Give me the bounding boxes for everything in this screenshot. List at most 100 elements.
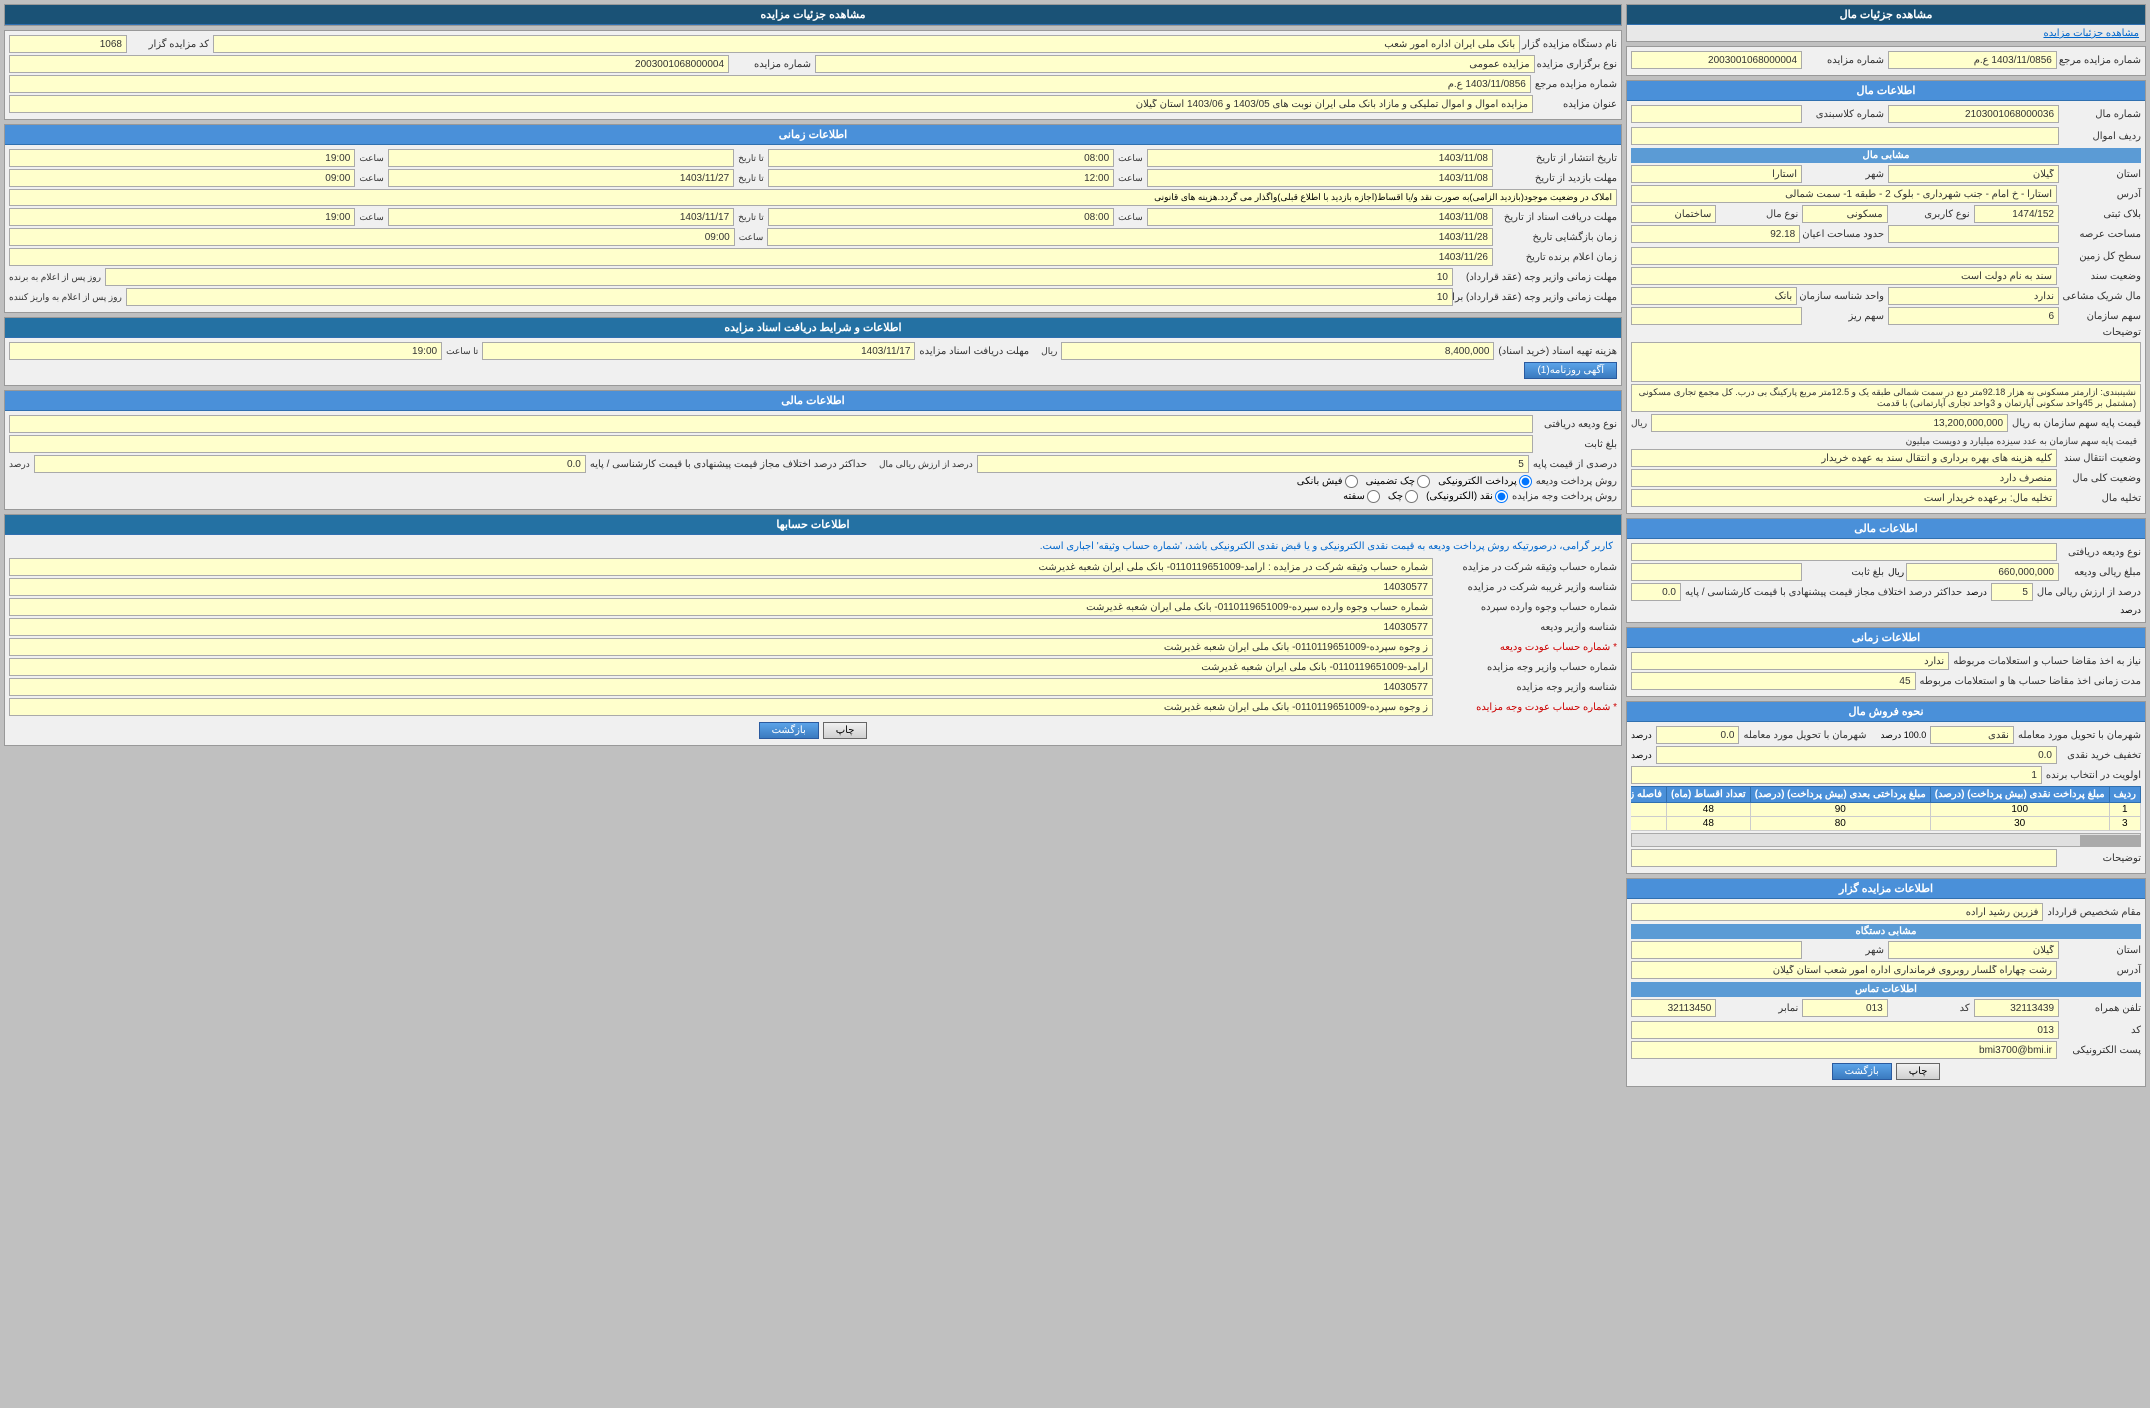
max-diff-input[interactable] bbox=[1631, 583, 1681, 601]
newspaper-btn[interactable]: آگهی روزنامه(1) bbox=[1524, 362, 1617, 379]
state-input[interactable] bbox=[1888, 165, 2059, 183]
remainder-input[interactable] bbox=[1631, 469, 2057, 487]
payment-check[interactable]: چک تضمینی bbox=[1366, 475, 1431, 488]
return-acc-id-input[interactable] bbox=[9, 678, 1433, 696]
code2-input[interactable] bbox=[1631, 1021, 2059, 1039]
company-acc-input[interactable] bbox=[9, 558, 1433, 576]
build-area-input[interactable] bbox=[1631, 225, 1800, 243]
desc-input[interactable] bbox=[1631, 849, 2057, 867]
address-input[interactable] bbox=[1631, 185, 2057, 203]
email-label: پست الکترونیکی bbox=[2061, 1045, 2141, 1056]
r-auction-type-input[interactable] bbox=[815, 55, 1535, 73]
left-back-btn[interactable]: بازگشت bbox=[1832, 1063, 1892, 1080]
deposit-type-input[interactable] bbox=[1631, 543, 2057, 561]
loser-notify-input[interactable] bbox=[126, 288, 1453, 306]
announce-date-input[interactable] bbox=[9, 248, 1493, 266]
winner-notify-input[interactable] bbox=[105, 268, 1453, 286]
doc-date-input[interactable] bbox=[482, 342, 915, 360]
cash-percent-input[interactable] bbox=[1930, 726, 2014, 744]
expert-price-input[interactable] bbox=[1061, 342, 1494, 360]
payment-receipt[interactable]: فیش بانکی bbox=[1297, 475, 1358, 488]
winner-check[interactable]: چک bbox=[1388, 490, 1418, 503]
breadcrumb-link[interactable]: مشاهده جزئیات مزایده bbox=[2043, 28, 2139, 39]
r-fixed-input[interactable] bbox=[9, 435, 1533, 453]
receive-time-to[interactable] bbox=[9, 208, 355, 226]
visit-date-from[interactable] bbox=[1147, 169, 1493, 187]
publish-date-from[interactable] bbox=[1147, 149, 1493, 167]
receive-date-to[interactable] bbox=[388, 208, 734, 226]
email-input[interactable] bbox=[1631, 1041, 2057, 1059]
award-acc-input[interactable] bbox=[9, 698, 1433, 716]
visit-date-to[interactable] bbox=[388, 169, 734, 187]
area-input[interactable] bbox=[1888, 225, 2059, 243]
city-input[interactable] bbox=[1631, 165, 1802, 183]
receive-date-from[interactable] bbox=[1147, 208, 1493, 226]
partner-input[interactable] bbox=[1888, 287, 2059, 305]
visit-time-to[interactable] bbox=[9, 169, 355, 187]
payment-electronic[interactable]: پرداخت الکترونیکی bbox=[1438, 475, 1532, 488]
payment-acc-id-input[interactable] bbox=[9, 618, 1433, 636]
contact-state-input[interactable] bbox=[1888, 941, 2059, 959]
contract-pos-input[interactable] bbox=[1631, 903, 2043, 921]
r-auction-num-input[interactable] bbox=[9, 55, 729, 73]
phone-input[interactable] bbox=[1974, 999, 2059, 1017]
r-max-diff-input[interactable] bbox=[34, 455, 586, 473]
r-percent-input[interactable] bbox=[977, 455, 1529, 473]
notes-textarea[interactable] bbox=[1631, 342, 2141, 382]
open-date[interactable] bbox=[767, 228, 1493, 246]
partner-label: مال شریک مشاعی bbox=[2061, 291, 2141, 302]
percent-from-input[interactable] bbox=[1991, 583, 2033, 601]
r-deposit-type-input[interactable] bbox=[9, 415, 1533, 433]
left-print-btn[interactable]: چاپ bbox=[1896, 1063, 1941, 1080]
r-auction-title-input[interactable] bbox=[9, 95, 1533, 113]
cash-conv-input[interactable] bbox=[1656, 726, 1740, 744]
base-price-input[interactable] bbox=[1651, 414, 2008, 432]
bank-unit-input[interactable] bbox=[1631, 287, 1797, 305]
transfer-input[interactable] bbox=[1631, 449, 2057, 467]
parcel-input[interactable] bbox=[1974, 205, 2059, 223]
priority-input[interactable] bbox=[1631, 766, 2042, 784]
winner-note[interactable]: سفته bbox=[1343, 490, 1380, 503]
doc-time-input[interactable] bbox=[9, 342, 442, 360]
refund-acc-input[interactable] bbox=[9, 638, 1433, 656]
publish-time-to[interactable] bbox=[9, 149, 355, 167]
open-time[interactable] bbox=[9, 228, 735, 246]
max-account-input[interactable] bbox=[1631, 672, 1916, 690]
share-val-input[interactable] bbox=[1631, 307, 1802, 325]
scrollbar-thumb[interactable] bbox=[2080, 835, 2140, 847]
right-back-btn[interactable]: بازگشت bbox=[759, 722, 819, 739]
auction-number-input[interactable] bbox=[1631, 51, 1802, 69]
deed-status-input[interactable] bbox=[1631, 267, 2057, 285]
horizontal-scrollbar[interactable] bbox=[1631, 833, 2141, 847]
auction-ref-input[interactable] bbox=[1888, 51, 2057, 69]
return-acc-input[interactable] bbox=[9, 658, 1433, 676]
fax-input[interactable] bbox=[1631, 999, 1716, 1017]
right-print-btn[interactable]: چاپ bbox=[823, 722, 868, 739]
company-acc-label: شماره حساب وثیقه شرکت در مزایده bbox=[1437, 562, 1617, 573]
fixed-input[interactable] bbox=[1631, 563, 1802, 581]
discount-input[interactable] bbox=[1656, 746, 2057, 764]
visit-time-from[interactable] bbox=[768, 169, 1114, 187]
winner-cash[interactable]: نقد (الکترونیکی) bbox=[1426, 490, 1508, 503]
receive-time-from[interactable] bbox=[768, 208, 1114, 226]
shares-input[interactable] bbox=[1888, 307, 2059, 325]
payment-acc-input[interactable] bbox=[9, 598, 1433, 616]
r-bidder-org-input[interactable] bbox=[213, 35, 1520, 53]
r-auction-id-input[interactable] bbox=[9, 35, 127, 53]
classification-input[interactable] bbox=[1631, 105, 1802, 123]
company-acc-id-input[interactable] bbox=[9, 578, 1433, 596]
asset-type-input[interactable] bbox=[1631, 127, 2059, 145]
buyer-input[interactable] bbox=[1631, 489, 2057, 507]
r-auction-ref-input[interactable] bbox=[9, 75, 1531, 93]
min-account-input[interactable] bbox=[1631, 652, 1949, 670]
build-input[interactable] bbox=[1631, 205, 1716, 223]
publish-date-to[interactable] bbox=[388, 149, 734, 167]
addr2-input[interactable] bbox=[1631, 961, 2057, 979]
deed-input[interactable] bbox=[1631, 247, 2059, 265]
city2-input[interactable] bbox=[1631, 941, 1802, 959]
code1-input[interactable] bbox=[1802, 999, 1887, 1017]
mal-num-input[interactable] bbox=[1888, 105, 2059, 123]
publish-time-from[interactable] bbox=[768, 149, 1114, 167]
usage-input[interactable] bbox=[1802, 205, 1887, 223]
deposit-amount-input[interactable] bbox=[1906, 563, 2059, 581]
